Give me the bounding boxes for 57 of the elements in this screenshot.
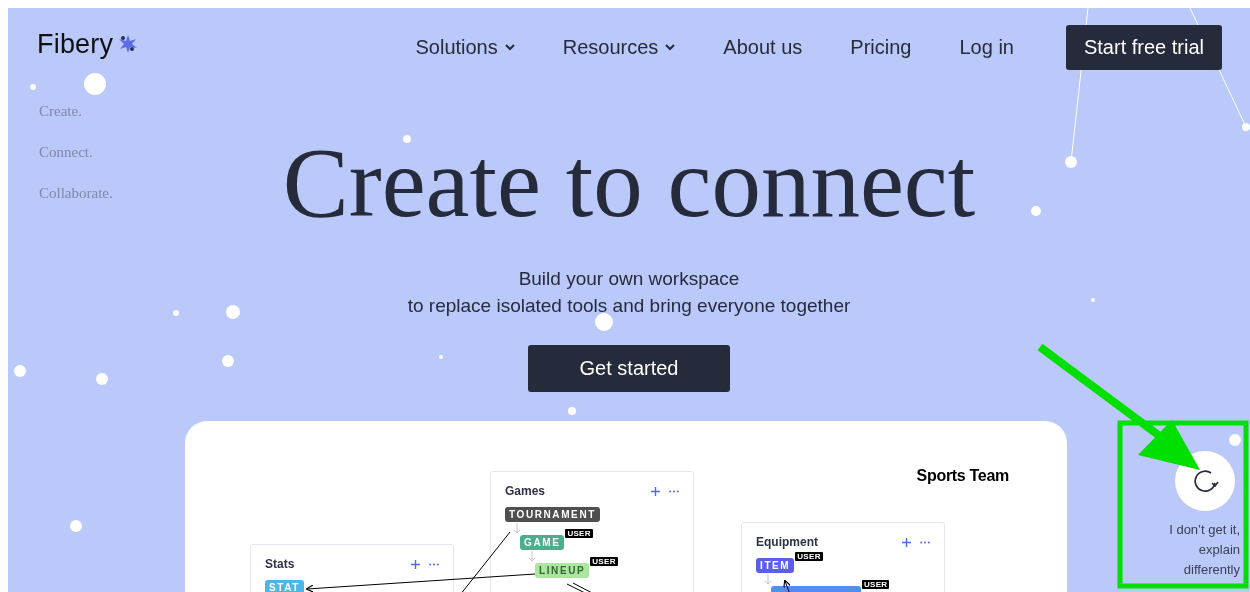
- snow-dot: [1065, 156, 1077, 168]
- snow-dot: [439, 355, 443, 359]
- panel-title: Games: [505, 484, 546, 498]
- snow-dot: [1031, 206, 1041, 216]
- entity-tag[interactable]: TOURNAMENT: [505, 507, 600, 522]
- snow-dot: [84, 73, 106, 95]
- snow-dot: [568, 407, 576, 415]
- tagline: Collaborate.: [39, 184, 114, 203]
- panel-title: Stats: [265, 557, 295, 571]
- nav-link[interactable]: Pricing: [850, 35, 912, 59]
- nav-link[interactable]: Solutions: [415, 35, 515, 59]
- connector-arrow: [783, 579, 792, 592]
- nav-link[interactable]: Log in: [959, 35, 1014, 59]
- snow-dot: [96, 373, 108, 385]
- snow-dot: [30, 84, 36, 90]
- refresh-button[interactable]: [1175, 451, 1235, 511]
- more-icon[interactable]: [920, 540, 930, 544]
- help-text[interactable]: I don’t get it, explain differently: [1148, 520, 1240, 580]
- user-badge: USER: [795, 552, 823, 561]
- tagline: Connect.: [39, 143, 94, 162]
- hero-title: Create to connect: [282, 140, 976, 226]
- user-badge: USER: [862, 580, 890, 589]
- get-started-button[interactable]: Get started: [528, 345, 730, 392]
- entity-tag[interactable]: LINEUP: [535, 563, 590, 578]
- hero-subtitle: to replace isolated tools and bring everyone together: [407, 294, 851, 318]
- hero-subtitle: Build your own workspace: [518, 267, 740, 291]
- snow-dot: [1242, 123, 1250, 131]
- snow-dot: [14, 365, 26, 377]
- arrow-down-icon: [764, 573, 772, 586]
- panel-title: Equipment: [756, 535, 818, 549]
- snow-dot: [595, 313, 613, 331]
- diagram-title: Sports Team: [916, 467, 1009, 485]
- tagline: Create.: [39, 102, 83, 121]
- snow-dot: [70, 520, 82, 532]
- connector-line: [459, 531, 511, 592]
- entity-tag[interactable]: ITEM: [756, 558, 795, 573]
- more-icon[interactable]: [669, 489, 679, 493]
- nav-link[interactable]: Resources: [562, 35, 676, 59]
- more-icon[interactable]: [429, 562, 439, 566]
- user-badge: USER: [565, 529, 593, 538]
- user-badge: USER: [590, 557, 618, 566]
- arrow-down-icon: [528, 550, 536, 563]
- nav-link[interactable]: About us: [723, 35, 803, 59]
- snow-dot: [173, 310, 179, 316]
- snow-dot: [226, 305, 240, 319]
- snow-dot: [403, 135, 411, 143]
- start-trial-button[interactable]: Start free trial: [1065, 24, 1222, 70]
- refresh-icon: [1191, 467, 1219, 495]
- snow-dot: [1091, 298, 1095, 302]
- plus-icon[interactable]: [651, 486, 660, 496]
- snow-dot: [222, 355, 234, 367]
- logo-text[interactable]: Fibery: [37, 28, 114, 60]
- logo-icon: [118, 34, 139, 54]
- plus-icon[interactable]: [411, 559, 420, 569]
- plus-icon[interactable]: [902, 537, 911, 547]
- arrow-down-icon: [513, 522, 521, 535]
- snow-dot: [1229, 434, 1241, 446]
